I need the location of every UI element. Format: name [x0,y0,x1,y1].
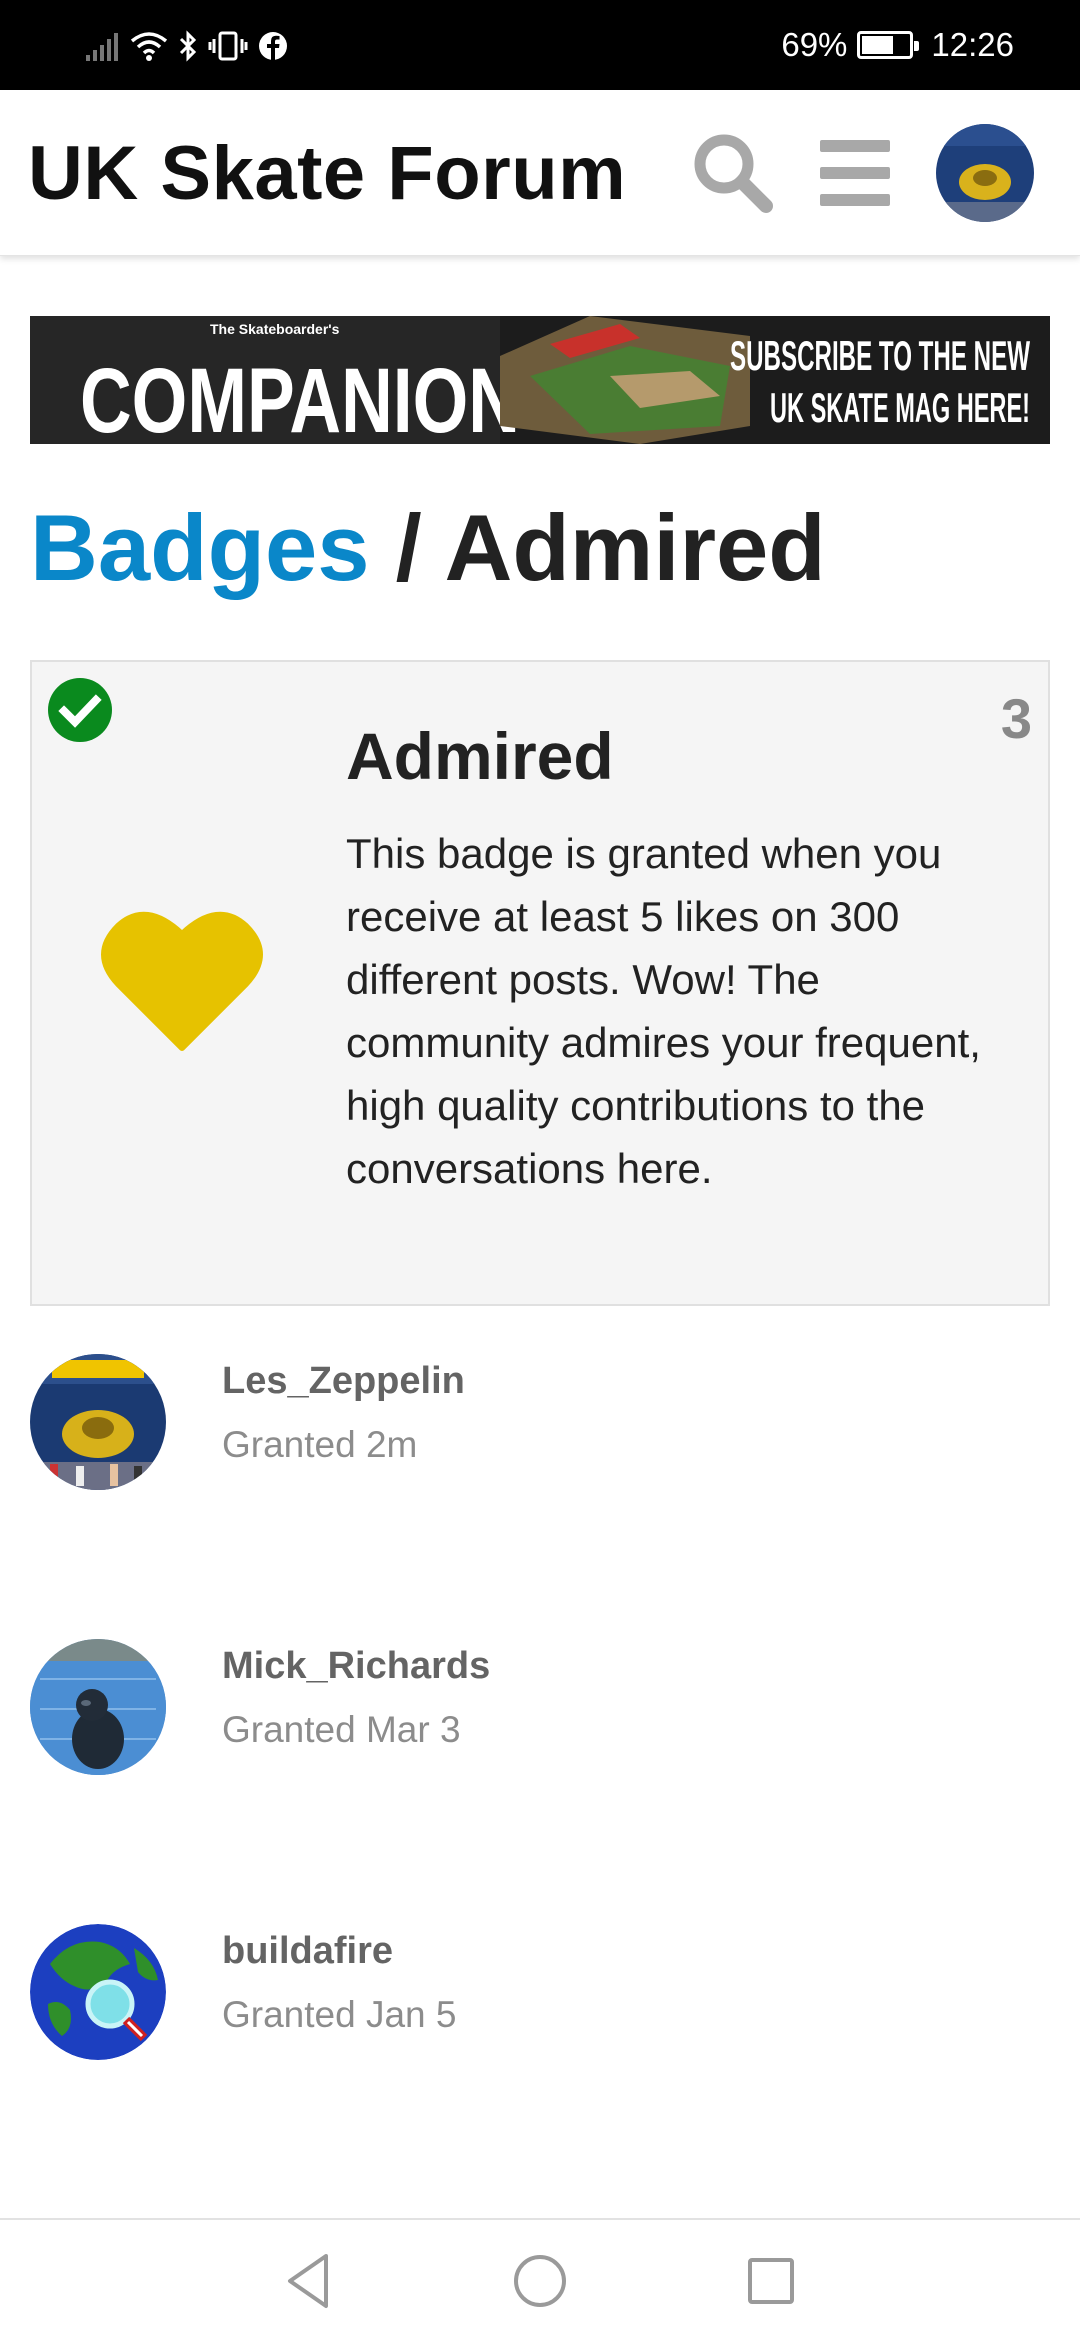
status-bar: 69% 12:26 [0,0,1080,90]
battery-icon [857,31,920,59]
subscribe-banner[interactable]: The Skateboarder's COMPANION SUBSCRIBE T… [30,316,1050,444]
user-name[interactable]: buildafire [222,1930,393,1973]
battery-percent: 69% [781,26,848,63]
vibrate-icon [208,30,248,62]
granted-user-row: Les_Zeppelin Granted 2m [30,1354,1050,1494]
badge-count: 3 [1000,687,1032,750]
breadcrumb-current: Admired [444,495,826,600]
back-icon[interactable] [276,2248,342,2314]
site-title[interactable]: UK Skate Forum [28,130,626,217]
granted-user-row: buildafire Granted Jan 5 [30,1924,1050,2064]
heart-icon [100,908,264,1056]
banner-cta-line2: UK SKATE MAG HERE! [770,384,1030,431]
recents-icon[interactable] [738,2248,804,2314]
system-nav-bar [0,2218,1080,2340]
granted-date: Granted Jan 5 [222,1994,457,2035]
badge-card: 3 Admired This badge is granted when you… [30,660,1050,1306]
facebook-icon [258,31,288,61]
user-name[interactable]: Mick_Richards [222,1645,490,1688]
battery-level [862,36,893,54]
user-avatar[interactable] [30,1639,166,1775]
granted-date: Granted 2m [222,1424,418,1465]
breadcrumb-separator: / [369,495,445,600]
bluetooth-icon [178,30,198,62]
hamburger-menu-icon[interactable] [820,140,894,206]
breadcrumb: Badges / Admired [30,494,826,602]
user-avatar[interactable] [30,1354,166,1490]
user-name[interactable]: Les_Zeppelin [222,1360,465,1403]
clock: 12:26 [931,26,1014,63]
status-icons-left [86,26,288,66]
site-header: UK Skate Forum [0,90,1080,256]
user-avatar[interactable] [936,124,1034,222]
signal-icon [86,31,120,61]
wifi-icon [130,31,168,61]
banner-title: COMPANION [80,350,520,444]
home-icon[interactable] [507,2248,573,2314]
breadcrumb-badges-link[interactable]: Badges [30,495,370,600]
banner-cta-line1: SUBSCRIBE TO THE NEW [730,332,1030,379]
user-avatar[interactable] [30,1924,166,2060]
status-icons-right: 69% 12:26 [781,20,1014,70]
granted-user-row: Mick_Richards Granted Mar 3 [30,1639,1050,1779]
granted-date: Granted Mar 3 [222,1709,461,1750]
badge-description: This badge is granted when you receive a… [346,830,981,1192]
badge-title: Admired [346,719,614,793]
banner-kicker: The Skateboarder's [210,321,340,337]
check-circle-icon [48,678,112,742]
search-icon[interactable] [690,130,776,216]
